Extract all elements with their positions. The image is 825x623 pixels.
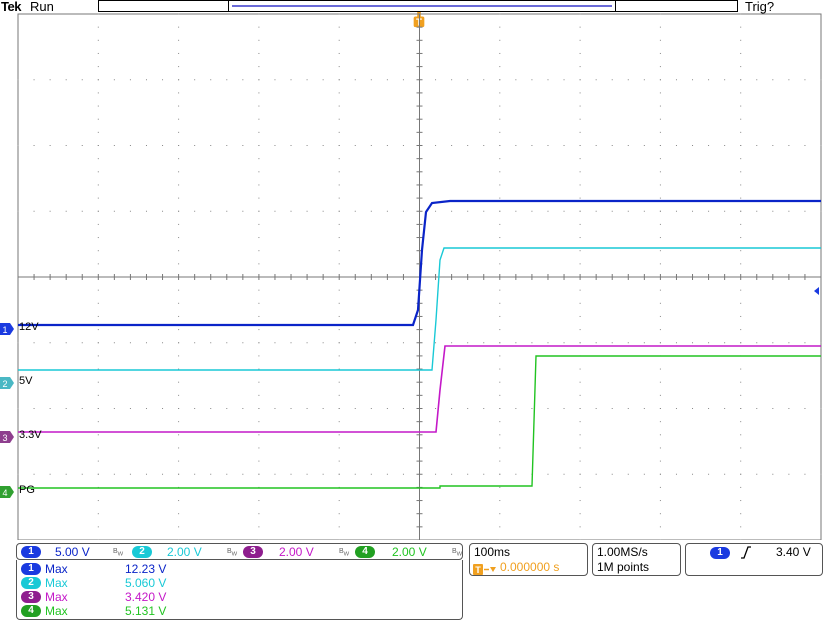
svg-text:1: 1 <box>2 325 7 335</box>
timebase-scale: 100ms <box>474 545 511 559</box>
ch1-scale: 5.00 V <box>55 545 90 559</box>
meas1-name: Max <box>45 562 68 576</box>
meas3-badge: 3 <box>21 591 41 603</box>
ch1-badge[interactable]: 1 <box>21 546 41 558</box>
ch1-label: 12V <box>19 321 39 333</box>
meas4-badge: 4 <box>21 605 41 617</box>
vertical-scale-readout[interactable]: 1 5.00 V BW 2 2.00 V BW 3 2.00 V BW 4 2.… <box>16 543 463 560</box>
ch2-label: 5V <box>19 375 33 387</box>
bw-limit-icon: BW <box>339 548 350 558</box>
meas3-value: 3.420 V <box>125 590 167 604</box>
meas1-value: 12.23 V <box>125 562 167 576</box>
bw-limit-icon: BW <box>113 548 124 558</box>
trigger-readout[interactable]: 1 3.40 V <box>685 543 823 576</box>
trigger-delay-icon: T <box>473 562 497 575</box>
ch3-ground-marker[interactable]: 3 <box>0 430 16 443</box>
trigger-level-icon[interactable] <box>814 287 819 295</box>
ch3-label: 3.3V <box>19 429 42 441</box>
timebase-position: 0.000000 s <box>500 560 560 574</box>
meas4-value: 5.131 V <box>125 604 167 618</box>
trigger-source-badge: 1 <box>710 547 730 559</box>
meas2-name: Max <box>45 576 68 590</box>
waveform-display[interactable] <box>0 0 825 540</box>
ch4-scale: 2.00 V <box>392 545 427 559</box>
meas1-badge: 1 <box>21 563 41 575</box>
ch2-badge[interactable]: 2 <box>132 546 152 558</box>
svg-text:3: 3 <box>2 433 7 443</box>
bw-limit-icon: BW <box>452 548 463 558</box>
record-length: 1M points <box>597 560 650 574</box>
timebase-readout[interactable]: 100ms T 0.000000 s <box>469 543 588 576</box>
meas2-value: 5.060 V <box>125 576 167 590</box>
ch3-scale: 2.00 V <box>279 545 314 559</box>
ch2-ground-marker[interactable]: 2 <box>0 376 16 389</box>
ch4-badge[interactable]: 4 <box>355 546 375 558</box>
sample-rate: 1.00MS/s <box>597 545 648 559</box>
ch1-ground-marker[interactable]: 1 <box>0 322 16 335</box>
svg-text:2: 2 <box>2 379 7 389</box>
ch2-scale: 2.00 V <box>167 545 202 559</box>
measurement-panel[interactable]: 1 Max 12.23 V 2 Max 5.060 V 3 Max 3.420 … <box>16 560 463 620</box>
meas2-badge: 2 <box>21 577 41 589</box>
meas4-name: Max <box>45 604 68 618</box>
ch3-badge[interactable]: 3 <box>243 546 263 558</box>
rising-edge-icon <box>740 546 752 559</box>
ch4-ground-marker[interactable]: 4 <box>0 485 16 498</box>
meas3-name: Max <box>45 590 68 604</box>
svg-text:T: T <box>475 565 481 575</box>
trigger-level: 3.40 V <box>776 545 811 559</box>
acquisition-readout[interactable]: 1.00MS/s 1M points <box>592 543 681 576</box>
bw-limit-icon: BW <box>227 548 238 558</box>
svg-text:4: 4 <box>2 488 7 498</box>
ch4-label: PG <box>19 484 35 496</box>
